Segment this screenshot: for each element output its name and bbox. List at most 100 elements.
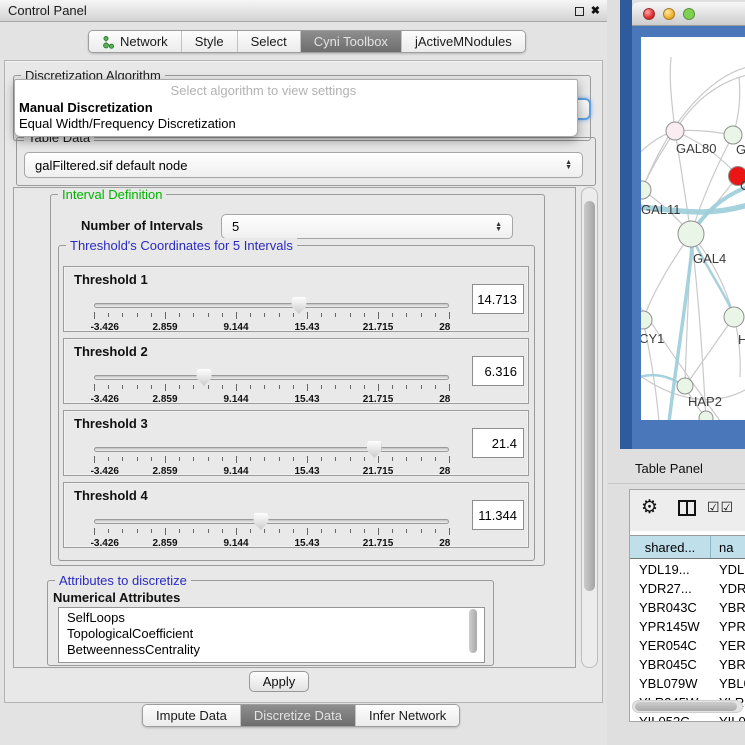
slider-ticks (94, 528, 449, 537)
combo-spinner-icon[interactable]: ▲▼ (495, 222, 502, 232)
number-of-intervals-combo[interactable]: 5 ▲▼ (221, 214, 513, 239)
minimize-traffic-light-icon[interactable] (663, 8, 675, 20)
table-header-shared-name[interactable]: shared... (630, 536, 711, 558)
close-traffic-light-icon[interactable] (643, 8, 655, 20)
gear-icon[interactable]: ⚙ (641, 497, 658, 519)
network-node-h[interactable] (724, 307, 744, 327)
network-edge-highlighted[interactable] (691, 236, 734, 316)
table-cell-name[interactable]: YDL1 (711, 562, 745, 577)
attribute-item[interactable]: SelfLoops (67, 610, 484, 626)
bottom-tab-infer-network[interactable]: Infer Network (356, 705, 459, 726)
table-horizontal-scrollbar[interactable] (632, 700, 743, 713)
network-node-gal80[interactable] (666, 122, 684, 140)
table-cell-shared-name[interactable]: YIL052C (630, 714, 711, 721)
threshold-label: Threshold 3 (74, 416, 148, 431)
threshold-slider[interactable]: -3.4262.8599.14415.4321.71528 (94, 439, 449, 475)
table-cell-name[interactable]: YBL0 (711, 676, 745, 691)
float-window-icon[interactable] (575, 7, 584, 16)
table-cell-name[interactable]: YER0 (711, 638, 745, 653)
network-window-titlebar[interactable] (632, 2, 745, 26)
table-row[interactable]: YDL19...YDL1 (630, 560, 745, 579)
tab-network[interactable]: Network (89, 31, 182, 52)
tab-style[interactable]: Style (182, 31, 238, 52)
tab-label: Style (195, 34, 224, 49)
table-panel: ⚙ ☑☑ shared... na YDL19...YDL1YDR27...YD… (629, 489, 745, 722)
table-cell-shared-name[interactable]: YPR145W (630, 619, 711, 634)
threshold-slider[interactable]: -3.4262.8599.14415.4321.71528 (94, 511, 449, 547)
threshold-coordinates-group: Threshold's Coordinates for 5 Intervals … (58, 245, 535, 561)
tab-select[interactable]: Select (238, 31, 301, 52)
table-row[interactable]: YBR045CYBR0 (630, 655, 745, 674)
threshold-label: Threshold 4 (74, 488, 148, 503)
threshold-value-field[interactable]: 21.4 (472, 428, 524, 458)
threshold-slider[interactable]: -3.4262.8599.14415.4321.71528 (94, 367, 449, 403)
network-node-gal11[interactable] (641, 181, 651, 199)
table-horizontal-scrollbar-thumb[interactable] (635, 702, 737, 711)
threshold-value-field[interactable]: 14.713 (472, 284, 524, 314)
tab-jactivemnodules[interactable]: jActiveMNodules (402, 31, 525, 52)
network-node[interactable] (699, 411, 713, 420)
table-cell-shared-name[interactable]: YDL19... (630, 562, 711, 577)
table-cell-name[interactable]: YBR0 (711, 657, 745, 672)
settings-scrollbar-thumb[interactable] (584, 201, 595, 591)
network-edge[interactable] (642, 131, 675, 190)
table-cell-shared-name[interactable]: YBL079W (630, 676, 711, 691)
table-cell-shared-name[interactable]: YDR27... (630, 581, 711, 596)
network-node-gcy1[interactable] (641, 311, 652, 329)
table-row[interactable]: YBL079WYBL0 (630, 674, 745, 693)
split-pane-icon[interactable] (678, 500, 696, 516)
tab-label: Network (120, 34, 168, 49)
numerical-attributes-list[interactable]: SelfLoopsTopologicalCoefficientBetweenne… (58, 607, 485, 663)
table-row[interactable]: YPR145WYPR1 (630, 617, 745, 636)
slider-track[interactable] (94, 447, 449, 452)
desktop-blue-strip (620, 0, 632, 449)
network-canvas[interactable]: GAL80GACGAL11GAL4GCY1HHAP2 (641, 37, 745, 420)
network-edge[interactable] (685, 317, 734, 386)
table-cell-name[interactable]: YDR2 (711, 581, 745, 596)
table-cell-shared-name[interactable]: YER054C (630, 638, 711, 653)
table-row[interactable]: YER054CYER0 (630, 636, 745, 655)
slider-tick-labels: -3.4262.8599.14415.4321.71528 (94, 538, 449, 550)
slider-ticks (94, 312, 449, 321)
threshold-value-field[interactable]: 6.316 (472, 356, 524, 386)
network-node-label: GAL11 (641, 202, 681, 217)
attributes-list-scrollbar[interactable] (469, 609, 478, 659)
table-cell-name[interactable]: YBR0 (711, 600, 745, 615)
table-cell-name[interactable]: YPR1 (711, 619, 745, 634)
network-node-gal4[interactable] (678, 221, 704, 247)
table-data-combo[interactable]: galFiltered.sif default node ▲▼ (24, 152, 583, 178)
table-row[interactable]: YBR043CYBR0 (630, 598, 745, 617)
algorithm-popup-item-equal-width[interactable]: Equal Width/Frequency Discretization (17, 116, 577, 132)
slider-track[interactable] (94, 303, 449, 308)
algorithm-popup-item-manual[interactable]: Manual Discretization (17, 100, 577, 116)
table-cell-shared-name[interactable]: YBR045C (630, 657, 711, 672)
apply-button[interactable]: Apply (249, 671, 309, 692)
bottom-tab-impute-data[interactable]: Impute Data (143, 705, 241, 726)
tab-cyni-toolbox[interactable]: Cyni Toolbox (301, 31, 402, 52)
interval-definition-group: Interval Definition Number of Intervals … (50, 194, 545, 566)
table-row[interactable]: YDR27...YDR2 (630, 579, 745, 598)
table-row[interactable]: YIL052CYIL0 (630, 712, 745, 721)
network-icon (102, 35, 115, 49)
slider-track[interactable] (94, 375, 449, 380)
bottom-tab-discretize-data[interactable]: Discretize Data (241, 705, 356, 726)
threshold-value-field[interactable]: 11.344 (472, 500, 524, 530)
attribute-item[interactable]: TopologicalCoefficient (67, 626, 484, 642)
table-header-name[interactable]: na (711, 536, 745, 558)
control-panel-titlebar: Control Panel ✖ (0, 0, 607, 22)
zoom-traffic-light-icon[interactable] (683, 8, 695, 20)
threshold-slider[interactable]: -3.4262.8599.14415.4321.71528 (94, 295, 449, 331)
attribute-item[interactable]: BetweennessCentrality (67, 642, 484, 658)
close-icon[interactable]: ✖ (591, 6, 600, 17)
network-edge[interactable] (675, 75, 745, 131)
slider-track[interactable] (94, 519, 449, 524)
table-cell-shared-name[interactable]: YBR043C (630, 600, 711, 615)
select-columns-checkbox-icons[interactable]: ☑☑ (707, 499, 734, 516)
network-window: GAL80GACGAL11GAL4GCY1HHAP2 (632, 2, 745, 449)
network-edge[interactable] (670, 57, 675, 131)
network-node-hap2[interactable] (677, 378, 693, 394)
settings-scrollbar[interactable] (581, 187, 598, 668)
threshold-list: Threshold 1-3.4262.8599.14415.4321.71528… (63, 266, 529, 554)
table-cell-name[interactable]: YIL0 (711, 714, 745, 721)
combo-spinner-icon[interactable]: ▲▼ (565, 160, 572, 170)
